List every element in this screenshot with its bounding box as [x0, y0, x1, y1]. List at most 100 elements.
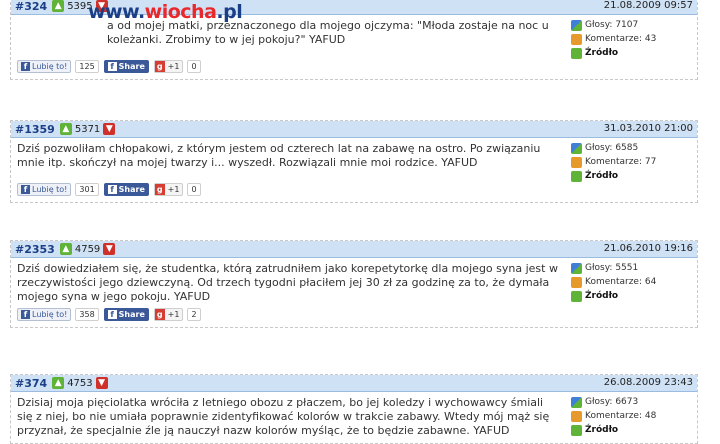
source-link[interactable]: Źródło: [585, 171, 618, 181]
like-label: Lubię to!: [32, 62, 68, 71]
gplus-count: 2: [187, 308, 201, 321]
comments-icon: [571, 33, 582, 45]
thumb-down-icon[interactable]: ▼: [103, 243, 116, 255]
google-plus-button[interactable]: g +1: [153, 60, 184, 73]
votes-value: 7107: [615, 20, 639, 30]
share-bar: f Lubię to! 358 f Share g +1 2: [11, 308, 697, 327]
share-label: Share: [118, 310, 145, 319]
vote-count: 4759: [74, 243, 101, 255]
post-id-link[interactable]: #2353: [15, 243, 55, 256]
thumb-up-icon[interactable]: ▲: [59, 243, 72, 255]
like-label: Lubię to!: [32, 185, 68, 194]
comments-value[interactable]: 43: [645, 34, 656, 44]
post-id-link[interactable]: #374: [15, 377, 47, 390]
post-text: Dziś dowiedziałem się, że studentka, któ…: [17, 262, 558, 303]
post-id-link[interactable]: #1359: [15, 123, 55, 136]
facebook-icon: f: [107, 62, 117, 71]
share-bar: f Lubię to! 301 f Share g +1 0: [11, 183, 697, 202]
post-stats: Głosy: 7107 Komentarze: 43 Źródło: [566, 15, 696, 60]
votes-icon: [571, 262, 582, 274]
source-link[interactable]: Źródło: [585, 48, 618, 58]
vote-box: ▲ 5371 ▼: [59, 123, 116, 135]
votes-icon: [571, 142, 582, 154]
post-header: #1359 ▲ 5371 ▼ 31.03.2010 21:00: [11, 121, 697, 138]
facebook-icon: f: [107, 310, 117, 319]
post-header: #374 ▲ 4753 ▼ 26.08.2009 23:43: [11, 375, 697, 392]
vote-box: ▲ 4759 ▼: [59, 243, 116, 255]
thumb-down-icon[interactable]: ▼: [95, 377, 108, 389]
comments-label[interactable]: Komentarze:: [585, 34, 642, 44]
gplus-label: +1: [167, 310, 180, 319]
votes-value: 5551: [615, 263, 639, 273]
gplus-label: +1: [167, 185, 180, 194]
facebook-share-button[interactable]: f Share: [103, 183, 149, 196]
votes-label: Głosy:: [585, 20, 613, 30]
facebook-icon: f: [107, 185, 117, 194]
thumb-up-icon[interactable]: ▲: [52, 0, 65, 12]
vote-count: 4753: [67, 377, 93, 389]
like-count: 358: [75, 308, 99, 321]
like-label: Lubię to!: [32, 310, 68, 319]
facebook-icon: f: [21, 62, 30, 71]
facebook-like-button[interactable]: f Lubię to!: [17, 60, 72, 73]
gplus-count: 0: [187, 60, 201, 73]
facebook-like-button[interactable]: f Lubię to!: [17, 308, 72, 321]
votes-label: Głosy:: [585, 143, 613, 153]
like-count: 301: [75, 183, 99, 196]
source-link[interactable]: Źródło: [585, 291, 618, 301]
comments-icon: [571, 410, 582, 422]
google-plus-icon: g: [154, 309, 165, 320]
post-stats: Głosy: 6585 Komentarze: 77 Źródło: [566, 138, 696, 183]
post-card: #1359 ▲ 5371 ▼ 31.03.2010 21:00 Dziś poz…: [10, 120, 698, 203]
source-icon: [571, 424, 582, 436]
source-icon: [571, 170, 582, 182]
post-header: #2353 ▲ 4759 ▼ 21.06.2010 19:16: [11, 241, 697, 258]
votes-icon: [571, 396, 582, 408]
logo-suffix: .pl: [216, 1, 243, 23]
post-date: 21.06.2010 19:16: [603, 243, 693, 254]
vote-count: 5371: [74, 123, 101, 135]
post-card: #374 ▲ 4753 ▼ 26.08.2009 23:43 Dzisiaj m…: [10, 374, 698, 444]
comments-label[interactable]: Komentarze:: [585, 277, 642, 287]
facebook-icon: f: [21, 310, 30, 319]
post-text: Dziś pozwoliłam chłopakowi, z którym jes…: [17, 142, 541, 169]
votes-icon: [571, 19, 582, 31]
votes-label: Głosy:: [585, 397, 613, 407]
source-icon: [571, 47, 582, 59]
post-stats: Głosy: 6673 Komentarze: 48 Źródło: [566, 392, 696, 442]
facebook-share-button[interactable]: f Share: [103, 60, 149, 73]
google-plus-button[interactable]: g +1: [153, 183, 184, 196]
post-id-link[interactable]: #324: [15, 0, 47, 13]
comments-icon: [571, 276, 582, 288]
source-link[interactable]: Źródło: [585, 425, 618, 435]
gplus-count: 0: [187, 183, 201, 196]
comments-label[interactable]: Komentarze:: [585, 411, 642, 421]
post-stats: Głosy: 5551 Komentarze: 64 Źródło: [566, 258, 696, 308]
source-icon: [571, 290, 582, 302]
comments-value[interactable]: 77: [645, 157, 656, 167]
comments-value[interactable]: 64: [645, 277, 656, 287]
comments-icon: [571, 156, 582, 168]
thumb-up-icon[interactable]: ▲: [52, 377, 65, 389]
post-card: #2353 ▲ 4759 ▼ 21.06.2010 19:16 Dziś dow…: [10, 240, 698, 328]
post-date: 26.08.2009 23:43: [603, 377, 693, 388]
google-plus-button[interactable]: g +1: [153, 308, 184, 321]
vote-box: ▲ 4753 ▼: [52, 377, 108, 389]
post-date: 21.08.2009 09:57: [603, 0, 693, 11]
like-count: 125: [75, 60, 99, 73]
thumb-up-icon[interactable]: ▲: [59, 123, 72, 135]
google-plus-icon: g: [154, 184, 165, 195]
facebook-share-button[interactable]: f Share: [103, 308, 149, 321]
comments-value[interactable]: 48: [645, 411, 656, 421]
site-logo[interactable]: www.wiocha.pl: [88, 1, 243, 23]
thumb-down-icon[interactable]: ▼: [103, 123, 116, 135]
logo-name: wiocha: [144, 1, 217, 23]
post-date: 31.03.2010 21:00: [603, 123, 693, 134]
share-bar: f Lubię to! 125 f Share g +1 0: [11, 60, 697, 79]
gplus-label: +1: [167, 62, 180, 71]
facebook-icon: f: [21, 185, 30, 194]
votes-label: Głosy:: [585, 263, 613, 273]
votes-value: 6585: [615, 143, 639, 153]
comments-label[interactable]: Komentarze:: [585, 157, 642, 167]
facebook-like-button[interactable]: f Lubię to!: [17, 183, 72, 196]
